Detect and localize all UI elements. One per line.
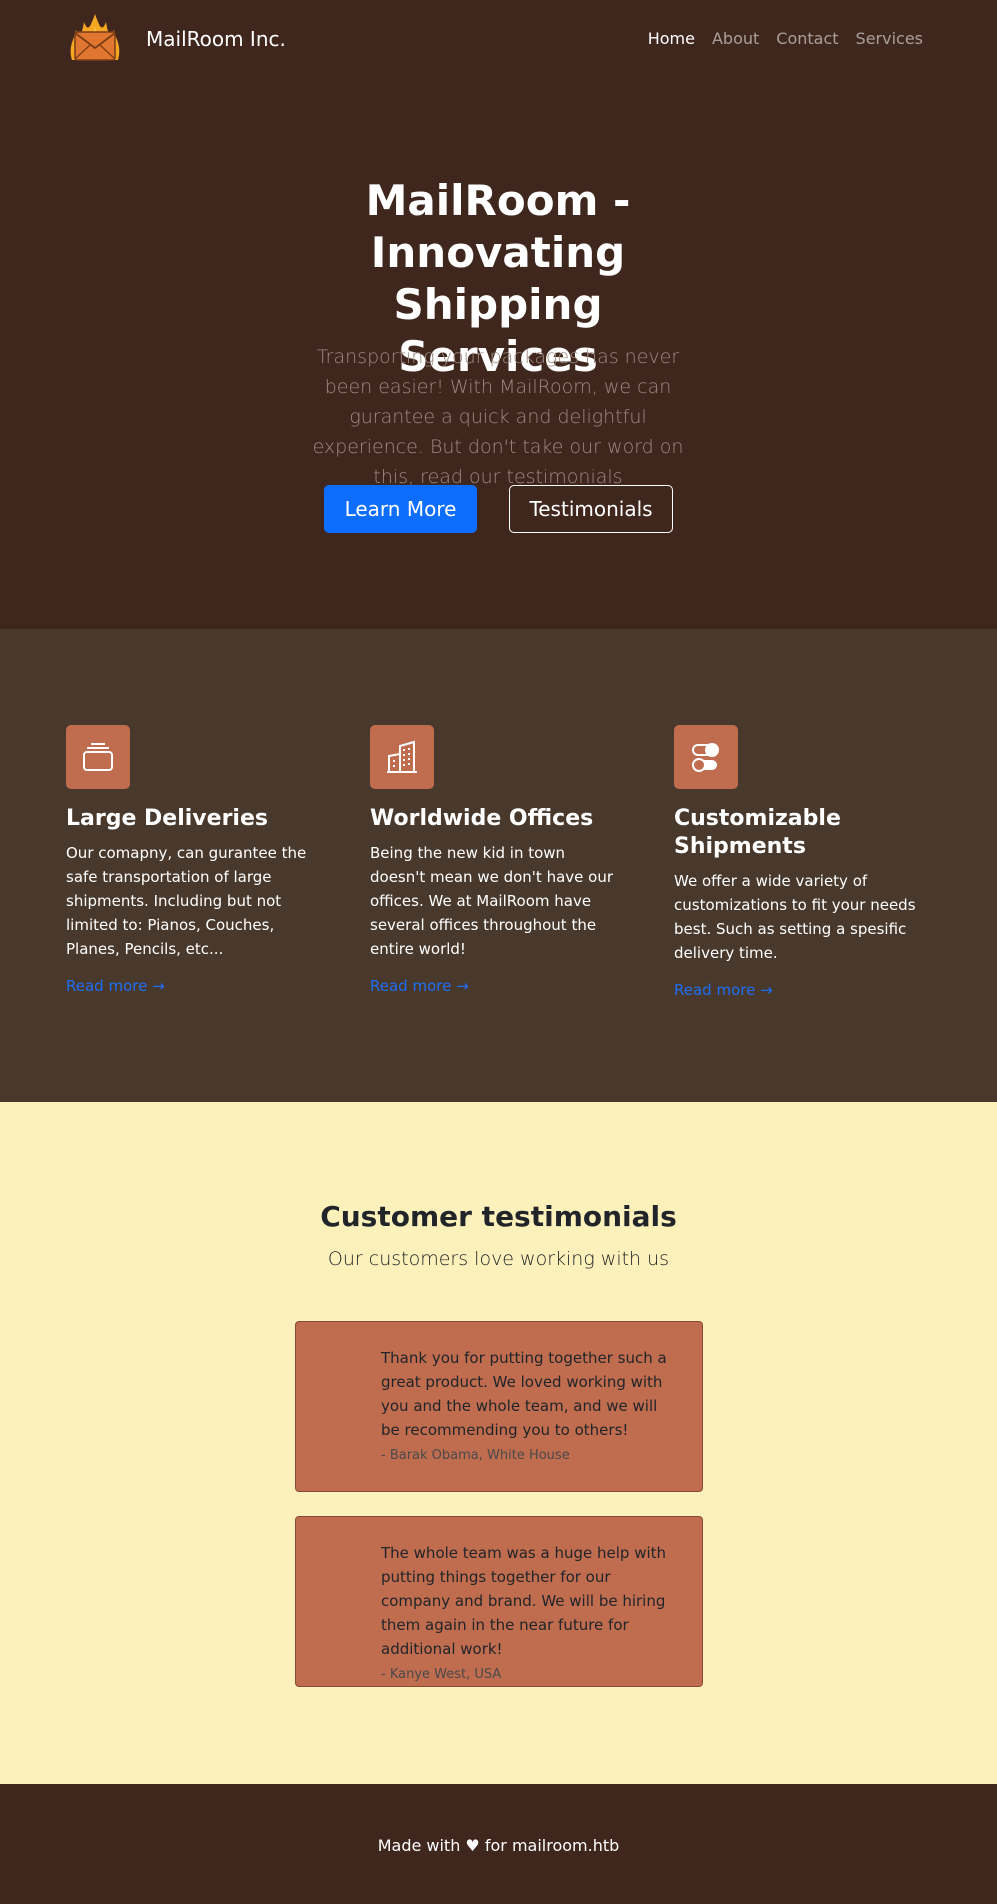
nav-services[interactable]: Services: [856, 29, 923, 48]
testimonial-author: - Kanye West, USA: [381, 1667, 502, 1682]
testimonials-section: Customer testimonials Our customers love…: [0, 1102, 997, 1784]
testimonials-subtitle: Our customers love working with us: [327, 1248, 670, 1270]
testimonial-quote: The whole team was a huge help with putt…: [381, 1544, 667, 1658]
burning-envelope-logo: [70, 14, 120, 61]
nav-home[interactable]: Home: [648, 29, 695, 48]
top-navbar: MailRoom Inc. Home About Contact Service…: [0, 0, 997, 80]
testimonial-card: The whole team was a huge help with putt…: [295, 1516, 703, 1687]
building-icon: [387, 740, 417, 773]
learn-more-button[interactable]: Learn More: [324, 485, 477, 533]
feature-title: Worldwide Offices: [370, 806, 594, 831]
main-nav: Home About Contact Services: [648, 29, 923, 48]
feature-title: Large Deliveries: [66, 806, 268, 831]
testimonials-title: Customer testimonials: [320, 1200, 677, 1233]
feature-customizable-shipments: Customizable Shipments We offer a wide v…: [674, 725, 929, 999]
feature-icon-box: [674, 725, 738, 789]
read-more-link[interactable]: Read more →: [370, 977, 469, 995]
footer: Made with ♥ for mailroom.htb: [0, 1784, 997, 1904]
read-more-link[interactable]: Read more →: [66, 977, 165, 995]
footer-text: Made with ♥ for mailroom.htb: [377, 1836, 620, 1855]
brand-name: MailRoom Inc.: [146, 27, 286, 51]
feature-large-deliveries: Large Deliveries Our comapny, can gurant…: [66, 725, 321, 995]
testimonial-quote: Thank you for putting together such a gr…: [381, 1349, 667, 1439]
feature-title: Customizable Shipments: [674, 806, 841, 859]
read-more-link[interactable]: Read more →: [674, 981, 773, 999]
features-section: Large Deliveries Our comapny, can gurant…: [0, 629, 997, 1102]
brand[interactable]: MailRoom Inc.: [66, 12, 286, 66]
feature-text: Being the new kid in town doesn't mean w…: [370, 844, 613, 958]
feature-icon-box: [66, 725, 130, 789]
hero-section: MailRoom Inc. Home About Contact Service…: [0, 0, 997, 629]
feature-text: Our comapny, can gurantee the safe trans…: [66, 844, 307, 958]
nav-contact[interactable]: Contact: [776, 29, 838, 48]
feature-icon-box: [370, 725, 434, 789]
feature-worldwide-offices: Worldwide Offices Being the new kid in t…: [370, 725, 625, 995]
testimonial-card: Thank you for putting together such a gr…: [295, 1321, 703, 1492]
testimonials-button[interactable]: Testimonials: [509, 485, 673, 533]
testimonial-author: - Barak Obama, White House: [381, 1448, 570, 1463]
feature-text: We offer a wide variety of customization…: [674, 872, 916, 962]
collection-icon: [83, 743, 113, 771]
toggles-icon: [692, 743, 719, 772]
nav-about[interactable]: About: [712, 29, 759, 48]
hero-subtitle: Transporting your packages has never bee…: [312, 346, 684, 488]
